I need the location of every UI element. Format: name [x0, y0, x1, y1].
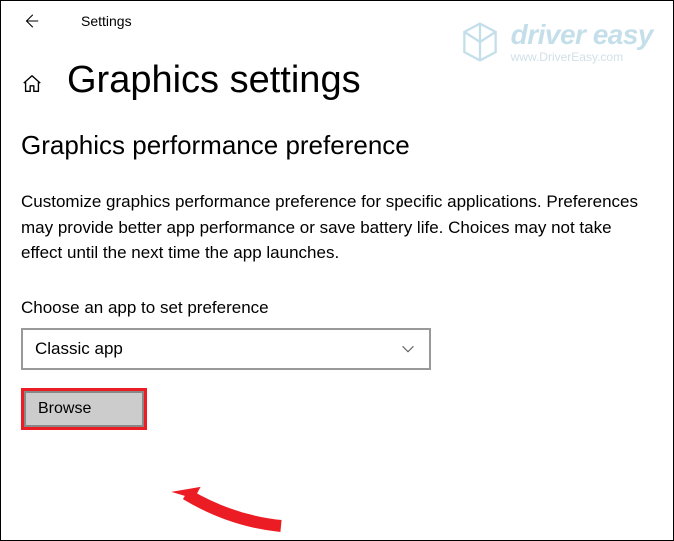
watermark-main: driver easy: [511, 21, 653, 49]
back-button[interactable]: [21, 11, 41, 31]
browse-button-highlight: Browse: [21, 388, 147, 430]
back-arrow-icon: [22, 12, 40, 30]
dropdown-selected-text: Classic app: [35, 339, 123, 359]
watermark-text: driver easy www.DriverEasy.com: [511, 21, 653, 63]
browse-button[interactable]: Browse: [24, 391, 144, 427]
page-title: Graphics settings: [67, 59, 361, 102]
content: Graphics performance preference Customiz…: [1, 102, 673, 450]
home-icon: [21, 73, 43, 95]
watermark: driver easy www.DriverEasy.com: [457, 19, 653, 65]
app-type-dropdown[interactable]: Classic app: [21, 328, 431, 370]
chevron-down-icon: [399, 340, 417, 358]
watermark-sub: www.DriverEasy.com: [511, 51, 653, 63]
watermark-logo-icon: [457, 19, 503, 65]
choose-app-label: Choose an app to set preference: [21, 298, 653, 318]
topbar-title: Settings: [81, 13, 132, 29]
section-description: Customize graphics performance preferenc…: [21, 189, 641, 266]
section-heading: Graphics performance preference: [21, 130, 653, 161]
browse-button-label: Browse: [38, 400, 91, 418]
annotation-arrow-icon: [171, 476, 291, 536]
